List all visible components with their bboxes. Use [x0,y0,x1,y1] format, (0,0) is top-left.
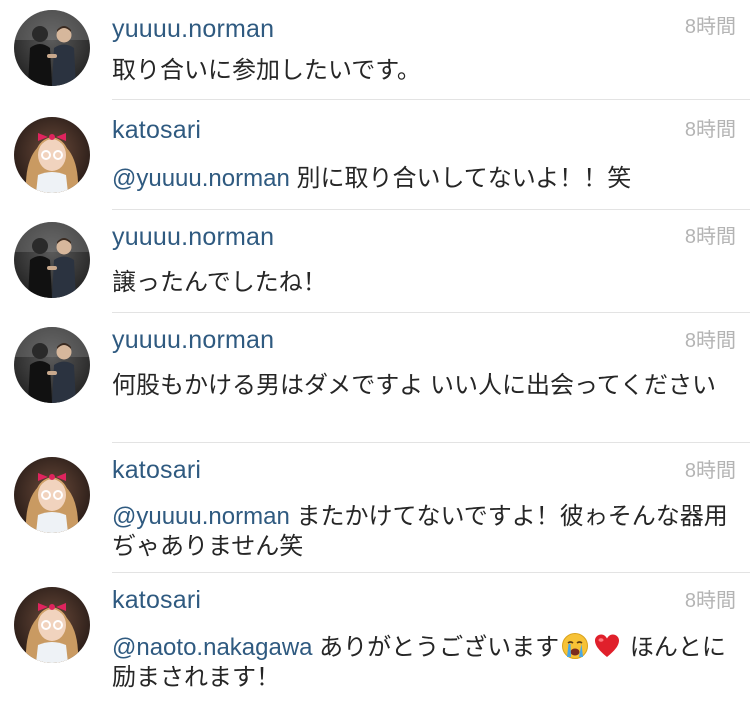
avatar[interactable] [14,457,90,533]
avatar-two-men [14,222,90,298]
comment-item: yuuuu.norman 8時間 譲ったんでしたね！ [0,210,750,313]
mention-link[interactable]: @yuuuu.norman [112,165,290,192]
comment-list: yuuuu.norman 8時間 取り合いに参加したいです。 katosari … [0,0,750,704]
comment-text: 何股もかける男はダメですよ いい人に出会ってください [112,371,732,401]
avatar[interactable] [14,587,90,663]
avatar-woman-pink-bow [14,457,90,533]
avatar[interactable] [14,117,90,193]
username[interactable]: katosari [112,115,201,145]
timestamp: 8時間 [684,590,736,612]
mention-link[interactable]: @naoto.nakagawa [112,634,313,661]
avatar-two-men [14,10,90,86]
comment-item: katosari 8時間 @yuuuu.norman 別に取り合いしてないよ！！… [0,105,750,210]
username[interactable]: katosari [112,585,201,615]
timestamp: 8時間 [684,119,736,141]
crying-face-emoji [562,633,589,659]
avatar-woman-pink-bow [14,117,90,193]
comment-item: katosari 8時間 @naoto.nakagawa ありがとうございます … [0,573,750,704]
username[interactable]: yuuuu.norman [112,325,274,355]
comment-item: yuuuu.norman 8時間 何股もかける男はダメですよ いい人に出会ってく… [0,313,750,443]
comment-item: yuuuu.norman 8時間 取り合いに参加したいです。 [0,0,750,100]
username[interactable]: katosari [112,455,201,485]
comment-body: 何股もかける男はダメですよ いい人に出会ってください [112,372,717,399]
username[interactable]: yuuuu.norman [112,222,274,252]
comment-body: 取り合いに参加したいです。 [112,57,421,84]
avatar-woman-pink-bow [14,587,90,663]
timestamp: 8時間 [684,226,736,248]
comment-text: @yuuuu.norman またかけてないですよ！彼ゎそんな器用ぢゃありません笑 [112,502,732,562]
comment-text: 譲ったんでしたね！ [112,268,732,298]
comment-text: @yuuuu.norman 別に取り合いしてないよ！！笑 [112,164,732,194]
timestamp: 8時間 [684,460,736,482]
comment-body: ありがとうございます [312,634,560,661]
avatar[interactable] [14,327,90,403]
comment-text: @naoto.nakagawa ありがとうございます ほんとに励まされます！ [112,632,732,693]
comment-text: 取り合いに参加したいです。 [112,56,732,86]
comment-body: 譲ったんでしたね！ [112,269,327,296]
avatar[interactable] [14,10,90,86]
comment-body: 別に取り合いしてないよ！！笑 [289,165,632,192]
avatar-two-men [14,327,90,403]
mention-link[interactable]: @yuuuu.norman [112,503,290,530]
red-heart-emoji [595,634,620,657]
comment-item: katosari 8時間 @yuuuu.norman またかけてないですよ！彼ゎ… [0,443,750,573]
username[interactable]: yuuuu.norman [112,14,274,44]
timestamp: 8時間 [684,330,736,352]
timestamp: 8時間 [684,16,736,38]
divider [112,99,750,100]
avatar[interactable] [14,222,90,298]
